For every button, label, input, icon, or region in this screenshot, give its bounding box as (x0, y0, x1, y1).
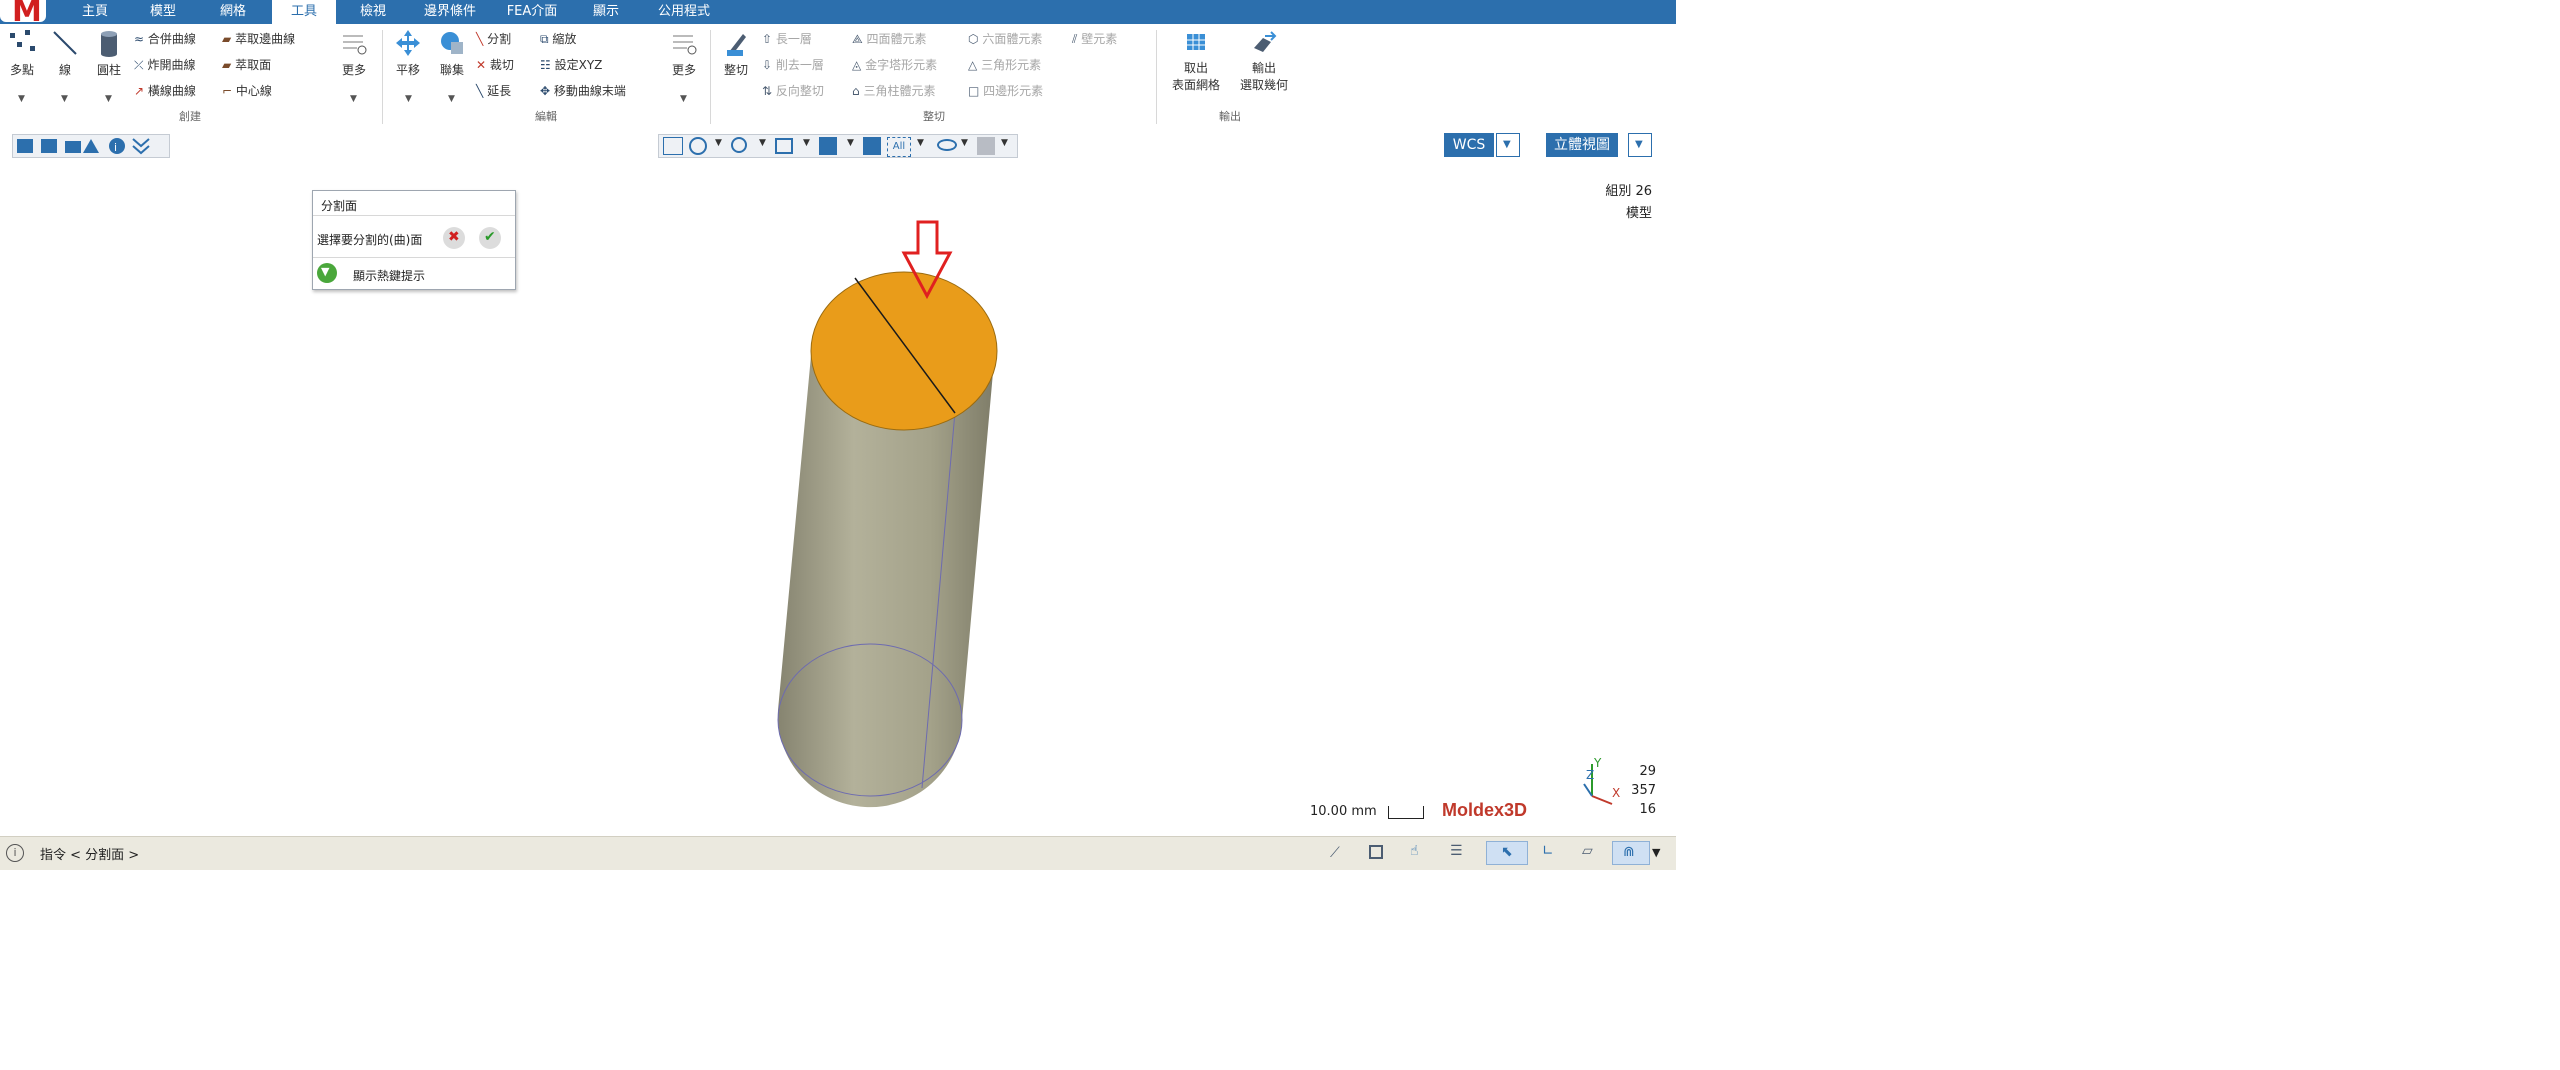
dialog-prompt: 選擇要分割的(曲)面 (317, 233, 423, 247)
chevron-down-icon[interactable]: ▼ (1652, 846, 1660, 859)
cylinder-model[interactable] (0, 0, 1676, 870)
pick-mode-button[interactable]: ☝ (1402, 841, 1432, 865)
hint-toggle-button[interactable]: ▼ (317, 263, 337, 283)
expand-icon: ▼ (321, 265, 330, 278)
confirm-button[interactable]: ✔ (479, 227, 501, 249)
scale-bar (1388, 806, 1424, 819)
snap-icon: ⟋ (1330, 845, 1340, 861)
moldex3d-watermark: Moldex3D (1442, 800, 1528, 820)
check-icon: ✔ (484, 229, 496, 245)
save-icon (1369, 845, 1383, 859)
angle-snap-button[interactable]: ∟ (1534, 841, 1564, 865)
select-arrow-icon: ⬉ (1501, 844, 1513, 860)
close-icon: ✖ (448, 229, 460, 245)
properties-icon: ☰ (1450, 843, 1463, 859)
angle-icon: ∟ (1542, 843, 1554, 859)
axis-z-label: Z (1586, 768, 1595, 782)
hotkey-hint-label[interactable]: 顯示熱鍵提示 (353, 267, 425, 284)
model-label: 模型 (1625, 206, 1652, 221)
cancel-button[interactable]: ✖ (443, 227, 465, 249)
app-window: M 主頁 模型 網格 工具 檢視 邊界條件 FEA介面 顯示 公用程式 多點 ▼… (0, 0, 1676, 870)
plane-button[interactable]: ▱ (1574, 841, 1604, 865)
plane-icon: ▱ (1582, 843, 1593, 859)
select-mode-button[interactable]: ⬉ (1486, 841, 1528, 865)
save-view-button[interactable] (1362, 841, 1392, 865)
info-icon: i (6, 844, 24, 862)
dialog-title: 分割面 (321, 199, 358, 213)
command-status: 指令 < 分割面 > (40, 848, 140, 863)
properties-button[interactable]: ☰ (1442, 841, 1472, 865)
magnet-icon: ⋒ (1623, 844, 1635, 860)
snap-settings-button[interactable]: ⟋ (1322, 841, 1352, 865)
group-label: 組別 26 (1605, 184, 1652, 199)
split-face-dialog: 分割面 選擇要分割的(曲)面 ✖ ✔ ▼ 顯示熱鍵提示 (312, 190, 516, 290)
dialog-header-divider (313, 215, 515, 216)
magnet-snap-button[interactable]: ⋒ (1612, 841, 1650, 865)
rotation-readout-1: 29 (1639, 764, 1656, 779)
axis-y-label: Y (1594, 756, 1602, 770)
top-face[interactable] (810, 271, 998, 431)
dialog-footer-divider (313, 257, 515, 258)
scale-bar-label: 10.00 mm (1310, 804, 1377, 819)
rotation-readout-2: 357 (1631, 783, 1656, 798)
hand-pointer-icon: ☝ (1410, 843, 1419, 859)
rotation-readout-3: 16 (1639, 802, 1656, 817)
